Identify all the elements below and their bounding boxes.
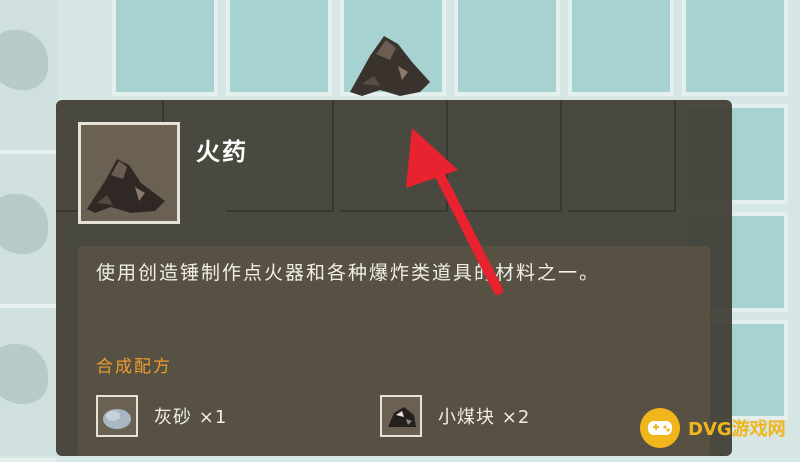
locked-item-silhouette xyxy=(0,30,48,90)
small-coal-icon xyxy=(380,395,422,437)
inventory-slot[interactable] xyxy=(682,0,788,96)
panel-grid-cell xyxy=(454,100,562,212)
gunpowder-icon xyxy=(87,159,165,213)
item-name: 火药 xyxy=(196,138,248,166)
recipe-ingredient[interactable]: 小煤块 ×2 xyxy=(380,392,530,440)
inventory-slot[interactable] xyxy=(568,0,674,96)
ingredient-name: 小煤块 xyxy=(438,407,495,428)
item-description: 使用创造锤制作点火器和各种爆炸类道具的材料之一。 xyxy=(96,262,601,284)
gray-sand-icon xyxy=(96,395,138,437)
inventory-slot[interactable] xyxy=(226,0,332,96)
gunpowder-item-icon xyxy=(350,36,430,96)
item-icon-frame xyxy=(78,122,180,224)
ingredient-name: 灰砂 xyxy=(154,407,192,428)
inventory-slot[interactable] xyxy=(112,0,218,96)
recipe-label: 合成配方 xyxy=(96,357,172,377)
item-tooltip-panel: 火药 使用创造锤制作点火器和各种爆炸类道具的材料之一。 合成配方 灰砂 ×1 小… xyxy=(56,100,732,456)
locked-item-silhouette xyxy=(0,344,48,404)
panel-grid-cell xyxy=(340,100,448,212)
ingredient-quantity: ×1 xyxy=(198,407,228,428)
left-slot[interactable] xyxy=(0,154,56,308)
recipe-ingredient[interactable]: 灰砂 ×1 xyxy=(96,392,227,440)
ingredient-quantity: ×2 xyxy=(501,407,531,428)
left-slot[interactable] xyxy=(0,0,56,154)
inventory-slot[interactable] xyxy=(454,0,560,96)
item-description-box: 使用创造锤制作点火器和各种爆炸类道具的材料之一。 合成配方 灰砂 ×1 小煤块 … xyxy=(78,246,710,456)
gamepad-icon xyxy=(640,408,680,448)
watermark-text: DVG游戏网 xyxy=(688,419,786,440)
left-slot[interactable] xyxy=(0,308,56,462)
site-watermark: DVG游戏网 xyxy=(640,400,800,456)
left-item-strip xyxy=(0,0,58,462)
panel-grid-cell xyxy=(568,100,676,212)
locked-item-silhouette xyxy=(0,194,48,254)
